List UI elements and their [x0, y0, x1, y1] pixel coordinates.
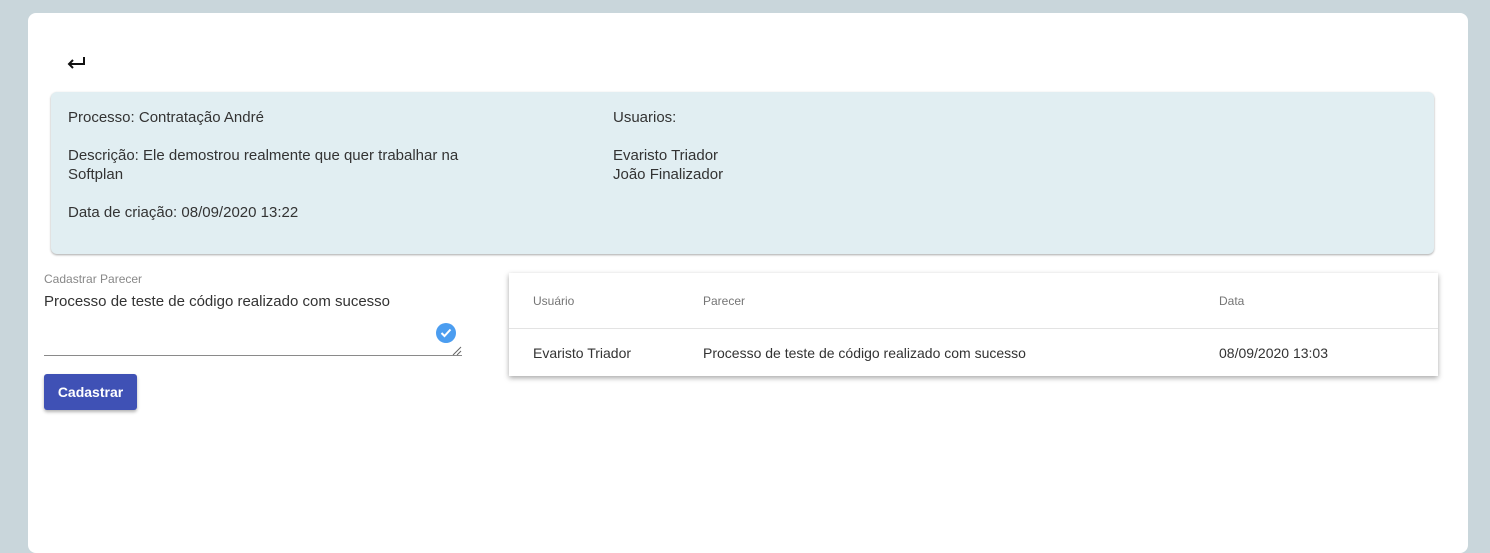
- users-list: Usuarios: Evaristo Triador João Finaliza…: [613, 108, 1013, 184]
- cell-usuario: Evaristo Triador: [533, 344, 632, 361]
- main-card: Processo: Contratação André Descrição: E…: [28, 13, 1468, 553]
- parecer-label: Cadastrar Parecer: [44, 272, 143, 286]
- process-description-line1: Descrição: Ele demostrou realmente que q…: [68, 147, 459, 164]
- table-row[interactable]: Evaristo Triador Processo de teste de có…: [509, 329, 1438, 376]
- column-header-usuario[interactable]: Usuário: [533, 273, 574, 328]
- column-header-parecer[interactable]: Parecer: [703, 273, 745, 328]
- check-icon: [436, 323, 456, 343]
- table-header: Usuário Parecer Data: [509, 273, 1438, 329]
- return-arrow-icon: [65, 54, 87, 77]
- column-header-data[interactable]: Data: [1219, 273, 1244, 328]
- cell-data: 08/09/2020 13:03: [1219, 344, 1328, 361]
- parecer-textarea[interactable]: Cadastrar Parecer Processo de teste de c…: [44, 271, 462, 356]
- user-item: João Finalizador: [613, 166, 724, 183]
- resize-handle-icon[interactable]: [452, 343, 462, 356]
- process-details: Processo: Contratação André Descrição: E…: [68, 108, 508, 241]
- process-description-line2: Softplan: [68, 166, 124, 183]
- pareceres-table: Usuário Parecer Data Evaristo Triador Pr…: [509, 273, 1438, 376]
- process-name: Processo: Contratação André: [68, 109, 264, 126]
- cell-parecer: Processo de teste de código realizado co…: [703, 344, 1026, 361]
- user-item: Evaristo Triador: [613, 147, 719, 164]
- cadastrar-button[interactable]: Cadastrar: [44, 374, 137, 410]
- process-created-date: Data de criação: 08/09/2020 13:22: [68, 204, 299, 221]
- process-info-panel: Processo: Contratação André Descrição: E…: [51, 92, 1434, 254]
- parecer-value[interactable]: Processo de teste de código realizado co…: [44, 293, 390, 310]
- users-title: Usuarios:: [613, 109, 677, 126]
- back-button[interactable]: [62, 51, 90, 79]
- process-description: Descrição: Ele demostrou realmente que q…: [68, 146, 508, 184]
